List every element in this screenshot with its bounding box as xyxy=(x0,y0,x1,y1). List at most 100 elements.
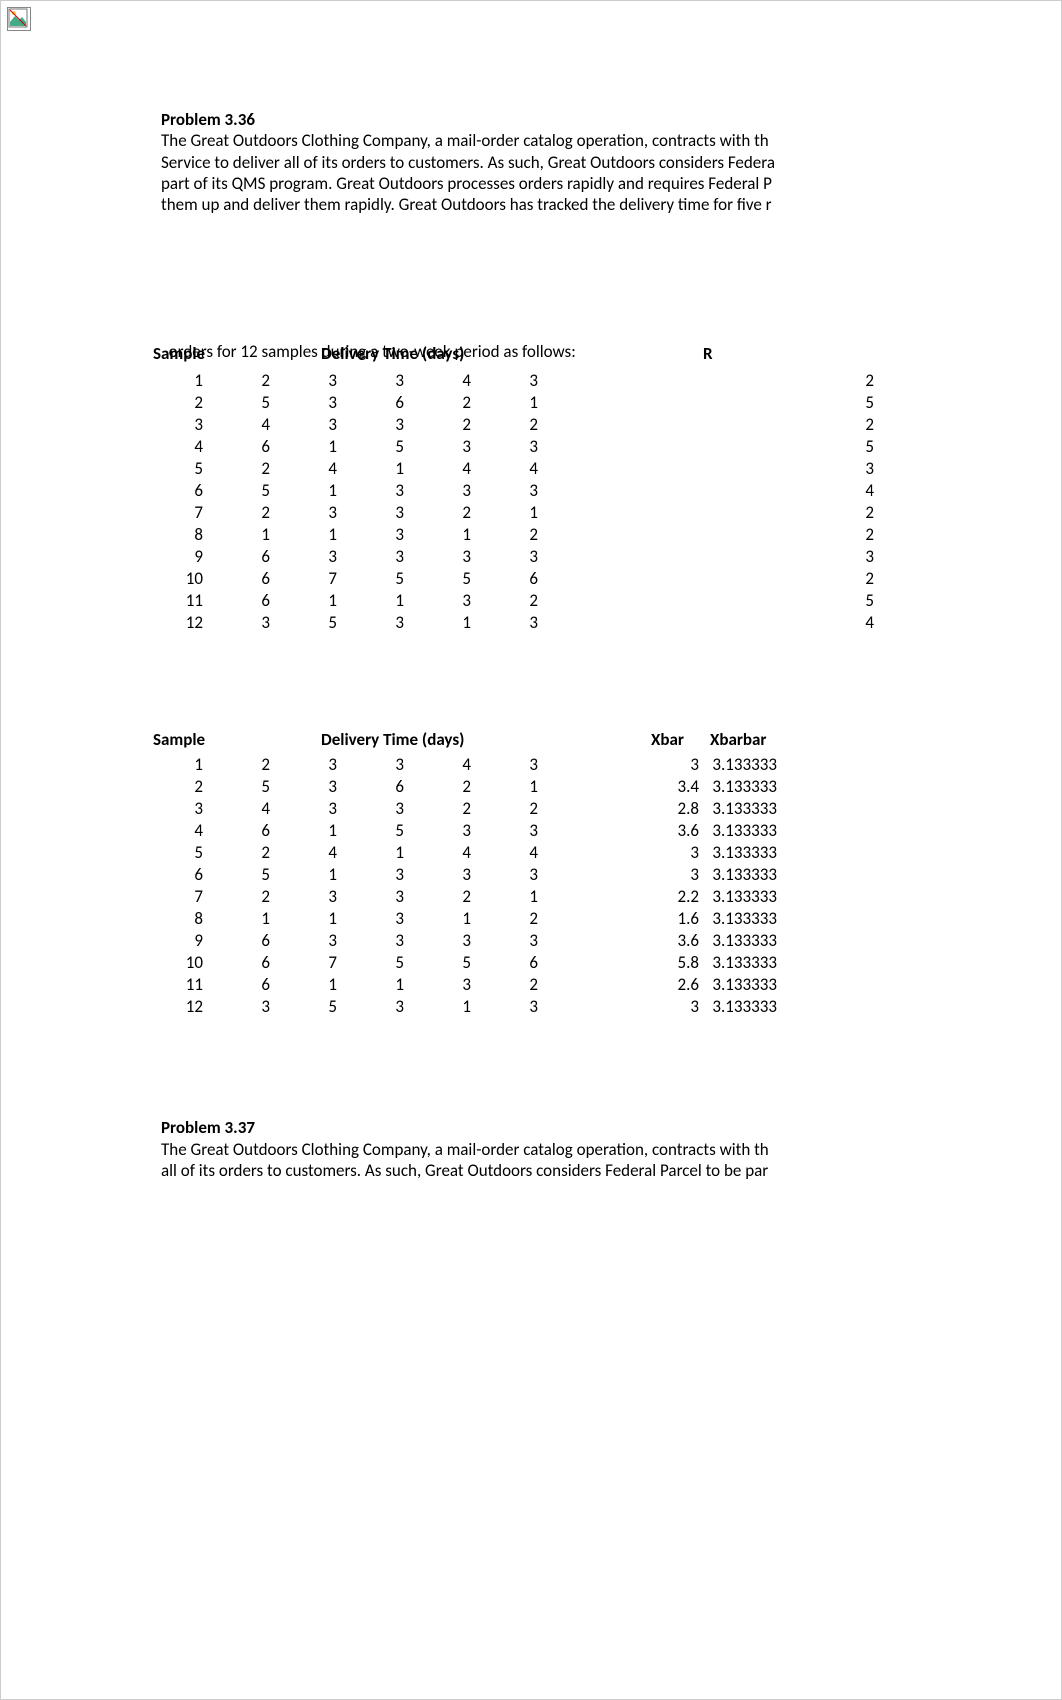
table-cell: 1 xyxy=(337,973,404,995)
table-row: 12334333.133333 xyxy=(153,753,777,775)
table-cell: 3 xyxy=(337,479,404,501)
table-cell: 3 xyxy=(664,457,874,479)
table-cell: 5 xyxy=(153,457,203,479)
table-cell: 6 xyxy=(337,775,404,797)
table-cell: 5 xyxy=(664,435,874,457)
table-cell: 6 xyxy=(153,479,203,501)
table-cell: 2 xyxy=(664,523,874,545)
table-cell xyxy=(644,435,664,457)
problem-337-title: Problem 3.37 xyxy=(161,1117,981,1138)
table-cell: 1 xyxy=(404,611,471,633)
table-cell: 12 xyxy=(153,995,203,1017)
table-row: 52414433.133333 xyxy=(153,841,777,863)
table-cell xyxy=(644,523,664,545)
table-cell: 6 xyxy=(203,929,270,951)
table-cell: 4 xyxy=(404,841,471,863)
table-cell xyxy=(538,611,644,633)
table-cell: 3 xyxy=(644,753,699,775)
table-cell: 5 xyxy=(337,567,404,589)
table-cell: 3 xyxy=(270,391,337,413)
table-cell: 3 xyxy=(644,841,699,863)
table-cell: 4 xyxy=(664,611,874,633)
problem-337-line: all of its orders to customers. As such,… xyxy=(161,1160,981,1181)
table-cell: 5.8 xyxy=(644,951,699,973)
table-cell xyxy=(538,841,644,863)
table-cell: 3 xyxy=(337,885,404,907)
table-cell: 3.133333 xyxy=(699,819,777,841)
table-cell: 1 xyxy=(270,907,337,929)
table-cell xyxy=(538,907,644,929)
table-cell: 2 xyxy=(203,841,270,863)
problem-336-line: them up and deliver them rapidly. Great … xyxy=(161,194,981,215)
table-cell: 1 xyxy=(404,995,471,1017)
table-cell: 3 xyxy=(471,479,538,501)
table-cell: 2 xyxy=(471,523,538,545)
table-cell: 3.4 xyxy=(644,775,699,797)
table-row: 3433222 xyxy=(153,413,874,435)
table-cell: 3 xyxy=(337,523,404,545)
table-cell: 2 xyxy=(664,413,874,435)
table-cell: 6 xyxy=(203,545,270,567)
table-cell: 1 xyxy=(404,523,471,545)
table-cell: 11 xyxy=(153,589,203,611)
table-cell: 9 xyxy=(153,545,203,567)
table-cell: 3 xyxy=(337,753,404,775)
table-cell: 3 xyxy=(270,545,337,567)
table-cell: 3.133333 xyxy=(699,951,777,973)
table-cell: 3 xyxy=(471,863,538,885)
table-cell: 4 xyxy=(270,457,337,479)
table-cell: 6 xyxy=(203,973,270,995)
table-cell: 1 xyxy=(270,479,337,501)
table-cell xyxy=(538,929,644,951)
table-cell: 10 xyxy=(153,951,203,973)
table-cell xyxy=(538,435,644,457)
problem-336-title: Problem 3.36 xyxy=(161,109,981,130)
table-cell: 3 xyxy=(337,413,404,435)
table-cell: 8 xyxy=(153,523,203,545)
table-cell: 5 xyxy=(153,841,203,863)
table-cell: 3 xyxy=(337,907,404,929)
table-cell: 3 xyxy=(270,797,337,819)
table-cell: 2 xyxy=(203,885,270,907)
problem-336-line: part of its QMS program. Great Outdoors … xyxy=(161,173,981,194)
table-cell: 3 xyxy=(404,589,471,611)
table-cell xyxy=(538,995,644,1017)
table-row: 4615333.63.133333 xyxy=(153,819,777,841)
table-cell: 3 xyxy=(471,545,538,567)
table-cell: 5 xyxy=(664,589,874,611)
table-cell: 5 xyxy=(203,863,270,885)
table-row: 8113121.63.133333 xyxy=(153,907,777,929)
table-cell: 2 xyxy=(664,567,874,589)
table-cell xyxy=(538,863,644,885)
problem-336-block: Problem 3.36 The Great Outdoors Clothing… xyxy=(161,109,981,215)
problem-336-line: The Great Outdoors Clothing Company, a m… xyxy=(161,130,981,151)
table-cell: 3 xyxy=(471,435,538,457)
table-cell: 3 xyxy=(404,819,471,841)
table-cell: 1 xyxy=(203,523,270,545)
table-cell: 6 xyxy=(471,951,538,973)
table-row: 11611322.63.133333 xyxy=(153,973,777,995)
table-cell: 1 xyxy=(471,501,538,523)
table-cell: 3 xyxy=(270,413,337,435)
table-cell: 3.133333 xyxy=(699,907,777,929)
table-cell: 3 xyxy=(471,369,538,391)
table-cell: 1 xyxy=(270,973,337,995)
table-row: 123531333.133333 xyxy=(153,995,777,1017)
table-cell: 4 xyxy=(664,479,874,501)
table-cell: 3.133333 xyxy=(699,863,777,885)
table-cell: 2 xyxy=(471,589,538,611)
table-cell: 12 xyxy=(153,611,203,633)
table-row: 5241443 xyxy=(153,457,874,479)
table-cell: 3.133333 xyxy=(699,973,777,995)
table-cell: 9 xyxy=(153,929,203,951)
table2-header-sample: Sample xyxy=(153,729,205,750)
table-cell: 1 xyxy=(337,589,404,611)
table-cell xyxy=(644,545,664,567)
table-cell: 1 xyxy=(270,435,337,457)
table-cell: 3 xyxy=(153,413,203,435)
table-cell xyxy=(538,567,644,589)
table-cell: 2 xyxy=(404,501,471,523)
table-cell xyxy=(538,369,644,391)
table-cell: 3.133333 xyxy=(699,885,777,907)
broken-image-icon xyxy=(7,7,31,31)
